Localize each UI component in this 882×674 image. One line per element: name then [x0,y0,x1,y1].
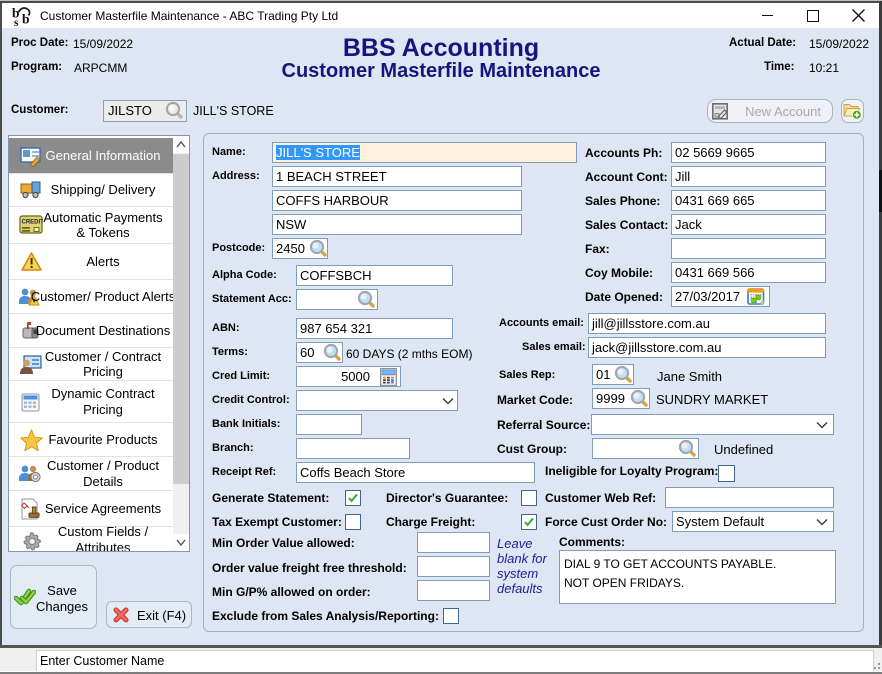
svg-text:s: s [14,17,19,27]
svg-text:b: b [22,12,30,27]
